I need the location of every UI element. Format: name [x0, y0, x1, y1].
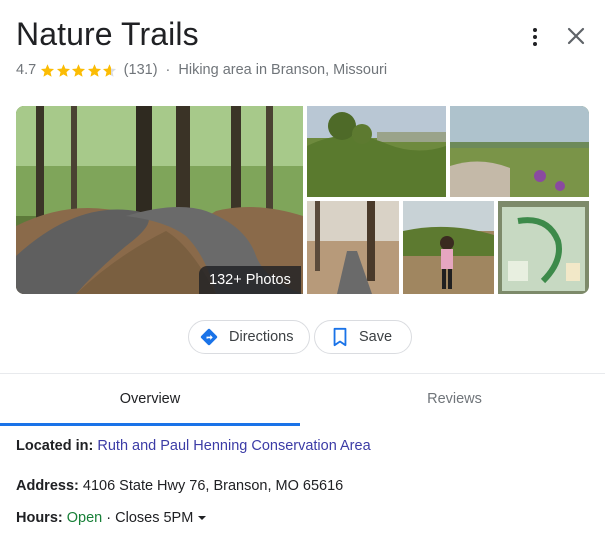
directions-button[interactable]: Directions	[188, 320, 310, 354]
more-vert-icon	[522, 22, 548, 46]
hours-closes: · Closes 5PM	[106, 510, 194, 526]
star-icon	[41, 63, 55, 77]
tab-overview[interactable]: Overview	[0, 374, 300, 424]
place-title: Nature Trails	[16, 16, 199, 52]
photo-count-badge[interactable]: 132+ Photos	[199, 266, 301, 294]
photo-overlook[interactable]	[307, 106, 446, 197]
located-in-label: Located in:	[16, 438, 94, 454]
rating-value: 4.7	[16, 62, 37, 78]
close-button[interactable]	[562, 22, 590, 50]
located-in-link[interactable]: Ruth and Paul Henning Conservation Area	[97, 438, 370, 454]
hours-status: Open	[66, 510, 103, 526]
meadow-image	[450, 106, 589, 197]
bookmark-icon	[333, 327, 347, 347]
hours-dropdown[interactable]: Open · Closes 5PM	[67, 510, 207, 526]
photo-child[interactable]	[403, 201, 494, 294]
address-value: 4106 State Hwy 76, Branson, MO 65616	[82, 478, 344, 494]
close-icon	[567, 27, 585, 45]
star-rating	[40, 63, 118, 78]
review-count[interactable]: (131)	[124, 62, 158, 78]
woodland-path-image	[307, 201, 399, 294]
tab-reviews[interactable]: Reviews	[304, 374, 605, 424]
save-button[interactable]: Save	[314, 320, 412, 354]
star-icon	[87, 63, 101, 77]
star-icon	[56, 63, 70, 77]
address-row: Address: 4106 State Hwy 76, Branson, MO …	[16, 478, 343, 494]
more-options-button[interactable]	[522, 22, 548, 50]
hours-row: Hours: Open · Closes 5PM	[16, 510, 207, 526]
caret-down-icon	[198, 516, 207, 520]
place-category: Hiking area in Branson, Missouri	[178, 62, 388, 78]
located-in-row: Located in: Ruth and Paul Henning Conser…	[16, 438, 371, 454]
active-tab-indicator	[0, 423, 300, 426]
directions-label: Directions	[229, 329, 294, 345]
rating-line: 4.7 (131) · Hiking area in Branson, Miss…	[16, 60, 387, 80]
hillside-view-image	[307, 106, 446, 197]
star-icon	[72, 63, 86, 77]
trail-map-sign-image	[498, 201, 589, 294]
photo-path[interactable]	[307, 201, 399, 294]
save-label: Save	[359, 329, 393, 345]
child-on-trail-image	[403, 201, 494, 294]
half-star-icon	[103, 63, 117, 77]
directions-icon	[200, 328, 218, 346]
separator-dot: ·	[165, 62, 171, 78]
address-label: Address:	[16, 478, 79, 494]
photo-field[interactable]	[450, 106, 589, 197]
hours-label: Hours:	[16, 510, 63, 526]
photo-map-sign[interactable]	[498, 201, 589, 294]
